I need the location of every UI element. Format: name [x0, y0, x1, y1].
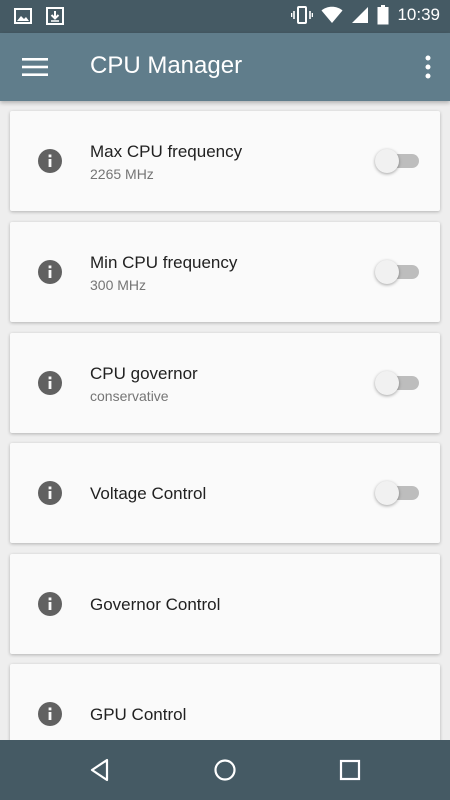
info-icon[interactable]: [38, 149, 62, 173]
recents-icon[interactable]: [338, 758, 362, 782]
card-gpu-control[interactable]: GPU Control: [10, 664, 440, 740]
battery-icon: [377, 5, 389, 25]
status-bar: 10:39: [0, 0, 450, 33]
app-bar: CPU Manager: [0, 33, 450, 101]
signal-icon: [352, 7, 369, 23]
wifi-icon: [321, 6, 343, 23]
toggle-switch[interactable]: [375, 149, 423, 173]
card-voltage-control[interactable]: Voltage Control: [10, 443, 440, 543]
settings-list[interactable]: Max CPU frequency 2265 MHz Min CPU frequ…: [0, 101, 450, 740]
card-governor-control[interactable]: Governor Control: [10, 554, 440, 654]
item-title: Max CPU frequency: [90, 142, 243, 161]
navigation-bar: [0, 740, 450, 800]
item-subtitle: conservative: [90, 388, 169, 404]
info-icon[interactable]: [38, 481, 62, 505]
item-title: Governor Control: [90, 595, 221, 614]
clock: 10:39: [397, 5, 440, 24]
image-icon: [14, 8, 32, 24]
more-vert-icon[interactable]: [424, 55, 432, 79]
info-icon[interactable]: [38, 592, 62, 616]
app-title: CPU Manager: [90, 52, 243, 79]
card-cpu-governor[interactable]: CPU governor conservative: [10, 333, 440, 433]
info-icon[interactable]: [38, 260, 62, 284]
home-icon[interactable]: [213, 758, 237, 782]
hamburger-menu-icon[interactable]: [22, 56, 48, 78]
item-subtitle: 2265 MHz: [90, 166, 154, 182]
download-icon: [46, 7, 64, 25]
toggle-switch[interactable]: [375, 481, 423, 505]
item-title: Min CPU frequency: [90, 253, 238, 272]
toggle-switch[interactable]: [375, 371, 423, 395]
card-min-cpu-frequency[interactable]: Min CPU frequency 300 MHz: [10, 222, 440, 322]
info-icon[interactable]: [38, 371, 62, 395]
toggle-switch[interactable]: [375, 260, 423, 284]
item-subtitle: 300 MHz: [90, 277, 147, 293]
card-max-cpu-frequency[interactable]: Max CPU frequency 2265 MHz: [10, 111, 440, 211]
item-title: Voltage Control: [90, 484, 207, 503]
vibrate-icon: [291, 6, 314, 24]
info-icon[interactable]: [38, 702, 62, 726]
back-icon[interactable]: [88, 758, 112, 782]
item-title: CPU governor: [90, 364, 198, 383]
item-title: GPU Control: [90, 705, 187, 724]
